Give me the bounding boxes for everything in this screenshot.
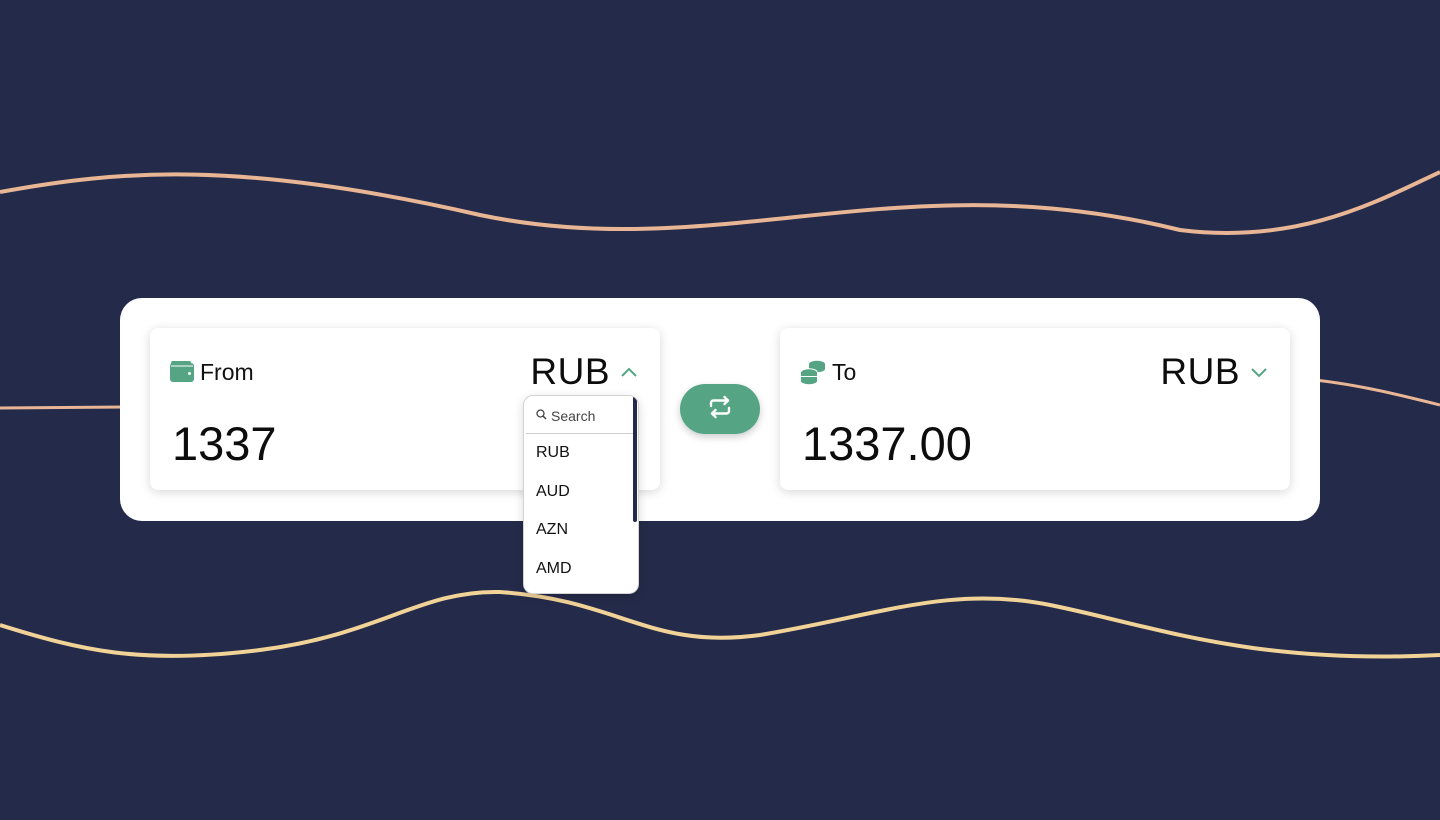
- middle-wave-left: [0, 405, 126, 410]
- dropdown-option[interactable]: AUD: [524, 473, 634, 512]
- converter-card: From RUB 1337 To RUB 1337.00: [120, 298, 1320, 521]
- currency-dropdown: RUB AUD AZN AMD: [523, 395, 639, 594]
- to-currency-code: RUB: [1160, 351, 1240, 392]
- to-panel: To RUB: [780, 328, 1290, 490]
- wallet-icon: [170, 361, 194, 383]
- to-amount-input[interactable]: [802, 416, 1132, 471]
- from-label: From: [200, 358, 254, 385]
- from-currency-select[interactable]: RUB: [530, 351, 638, 392]
- coins-icon: [800, 359, 826, 385]
- dropdown-option[interactable]: AZN: [524, 511, 634, 550]
- chevron-up-icon: [620, 366, 638, 378]
- to-label-group: To: [800, 358, 856, 386]
- dropdown-search-input[interactable]: [551, 407, 631, 424]
- dropdown-search: [526, 398, 634, 434]
- dropdown-scrollbar[interactable]: [633, 396, 637, 522]
- top-wave: [0, 170, 1440, 235]
- to-label: To: [832, 358, 857, 385]
- swap-button[interactable]: [680, 384, 760, 434]
- bottom-wave: [0, 589, 1440, 659]
- from-currency-code: RUB: [530, 351, 610, 392]
- dropdown-list: RUB AUD AZN AMD: [524, 434, 634, 588]
- search-icon: [536, 407, 547, 425]
- middle-wave-right: [1314, 378, 1440, 407]
- dropdown-option[interactable]: AMD: [524, 550, 634, 589]
- from-amount-input[interactable]: [172, 416, 502, 471]
- to-currency-select[interactable]: RUB: [1160, 351, 1268, 392]
- dropdown-option[interactable]: RUB: [524, 434, 634, 473]
- chevron-down-icon: [1250, 366, 1268, 378]
- from-label-group: From: [170, 358, 254, 386]
- swap-arrows-icon: [707, 394, 733, 425]
